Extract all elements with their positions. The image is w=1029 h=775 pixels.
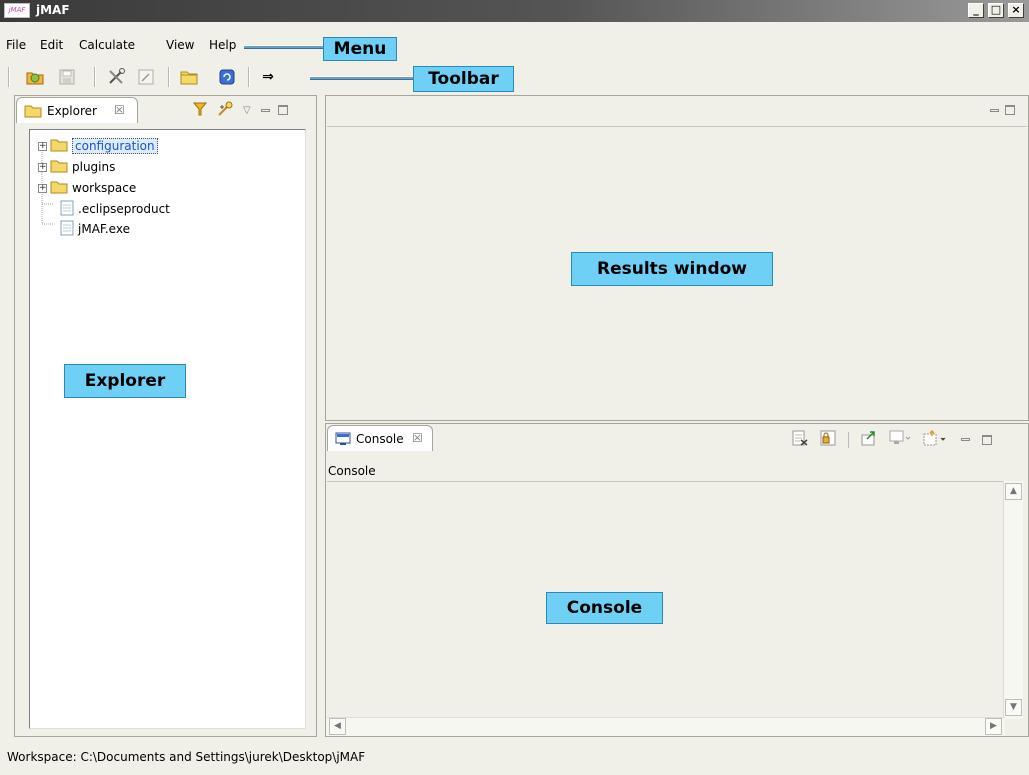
scroll-left-button[interactable]: ◀ xyxy=(329,718,346,735)
edit-icon[interactable] xyxy=(137,68,155,86)
tree-item-label: plugins xyxy=(72,160,116,174)
menu-file[interactable]: File xyxy=(6,38,26,52)
title-bar[interactable]: jMAF jMAF _ □ × xyxy=(0,0,1029,22)
file-icon xyxy=(60,200,74,219)
tab-explorer-label: Explorer xyxy=(47,104,97,118)
tab-console-label: Console xyxy=(356,432,404,446)
minimize-view-icon[interactable] xyxy=(961,438,970,441)
close-button[interactable]: × xyxy=(1008,3,1024,18)
menu-calculate[interactable]: Calculate xyxy=(79,38,135,52)
clear-console-icon[interactable] xyxy=(792,430,808,449)
filter-icon[interactable] xyxy=(192,102,208,119)
folder-icon xyxy=(50,159,68,176)
console-output[interactable] xyxy=(327,481,1005,717)
results-callout: Results window xyxy=(571,252,773,286)
menu-view[interactable]: View xyxy=(166,38,194,52)
tab-explorer[interactable]: Explorer ☒ xyxy=(16,97,138,123)
close-icon[interactable]: ☒ xyxy=(114,103,125,117)
explorer-callout: Explorer xyxy=(64,364,186,398)
console-title: Console xyxy=(328,464,376,478)
scroll-up-button[interactable]: ▲ xyxy=(1005,483,1022,500)
open-project-icon[interactable] xyxy=(26,68,44,86)
menu-callout-pointer xyxy=(244,45,324,49)
workspace-path: Workspace: C:\Documents and Settings\jur… xyxy=(7,750,366,764)
minimize-view-icon[interactable] xyxy=(260,108,270,112)
tree-item-label: workspace xyxy=(72,181,137,195)
save-icon[interactable] xyxy=(58,68,76,86)
menu-bar: File Edit Calculate View Help xyxy=(0,36,260,56)
open-folder-icon[interactable] xyxy=(180,68,198,86)
expand-icon[interactable]: + xyxy=(38,183,47,193)
tree-item-eclipseproduct[interactable]: .eclipseproduct xyxy=(60,200,170,218)
tree-item-jmaf-exe[interactable]: jMAF.exe xyxy=(60,220,130,238)
console-tools xyxy=(792,429,992,449)
toolbar-separator xyxy=(248,67,250,87)
app-icon: jMAF xyxy=(4,3,30,18)
folder-icon xyxy=(24,104,42,121)
tree-item-configuration[interactable]: + configuration xyxy=(38,137,158,155)
scroll-down-button[interactable]: ▼ xyxy=(1005,699,1022,716)
close-icon[interactable]: ☒ xyxy=(412,431,423,445)
horizontal-scrollbar[interactable]: ◀ ▶ xyxy=(327,717,1005,736)
display-console-icon[interactable] xyxy=(889,430,911,449)
explorer-panel: Explorer ☒ ▽ + configuration + plugins + xyxy=(14,95,317,737)
tree-item-workspace[interactable]: + workspace xyxy=(38,179,136,197)
console-icon xyxy=(335,432,351,449)
view-menu-icon[interactable]: ▽ xyxy=(243,105,251,116)
console-callout: Console xyxy=(546,592,663,624)
window-title: jMAF xyxy=(36,3,70,17)
open-console-icon[interactable] xyxy=(923,429,947,449)
menu-edit[interactable]: Edit xyxy=(40,38,63,52)
expand-icon[interactable]: + xyxy=(38,141,47,151)
scroll-lock-icon[interactable] xyxy=(820,430,836,449)
toolbar-callout: Toolbar xyxy=(413,66,514,92)
run-arrow-icon[interactable]: ⇒ xyxy=(259,68,277,86)
maximize-button[interactable]: □ xyxy=(988,3,1004,18)
minimize-view-icon[interactable] xyxy=(990,108,999,112)
status-bar: Workspace: C:\Documents and Settings\jur… xyxy=(0,742,1029,775)
minimize-button[interactable]: _ xyxy=(968,3,984,18)
explorer-tools: ▽ xyxy=(192,99,288,121)
pin-console-icon[interactable] xyxy=(861,430,877,449)
tree-item-plugins[interactable]: + plugins xyxy=(38,158,115,176)
toolbar-separator xyxy=(8,67,10,87)
maximize-view-icon[interactable] xyxy=(1005,105,1015,115)
expand-icon[interactable]: + xyxy=(38,162,47,172)
tree-item-label: .eclipseproduct xyxy=(78,202,170,216)
collapse-all-icon[interactable] xyxy=(217,101,233,120)
menu-callout: Menu xyxy=(323,37,397,61)
tree-item-label: configuration xyxy=(72,138,158,154)
explorer-tree[interactable]: + configuration + plugins + workspace .e… xyxy=(29,129,306,729)
maximize-view-icon[interactable] xyxy=(277,105,288,115)
toolbar-callout-pointer xyxy=(310,76,414,80)
refresh-icon[interactable] xyxy=(218,68,236,86)
console-panel: Console ☒ Console ▲ ▼ ◀ ▶ xyxy=(325,423,1029,737)
tab-console[interactable]: Console ☒ xyxy=(327,425,433,451)
results-view-controls xyxy=(990,105,1015,115)
toolbar-separator xyxy=(848,431,849,448)
tools-icon[interactable] xyxy=(107,68,125,86)
toolbar-separator xyxy=(94,67,96,87)
toolbar-separator xyxy=(168,67,170,87)
folder-icon xyxy=(50,138,68,155)
scroll-right-button[interactable]: ▶ xyxy=(985,718,1002,735)
folder-icon xyxy=(50,180,68,197)
vertical-scrollbar[interactable]: ▲ ▼ xyxy=(1003,481,1023,719)
menu-help[interactable]: Help xyxy=(209,38,236,52)
maximize-view-icon[interactable] xyxy=(982,434,992,445)
tree-item-label: jMAF.exe xyxy=(78,222,130,236)
file-icon xyxy=(60,220,74,239)
toolbar: ⇒ xyxy=(0,62,300,90)
